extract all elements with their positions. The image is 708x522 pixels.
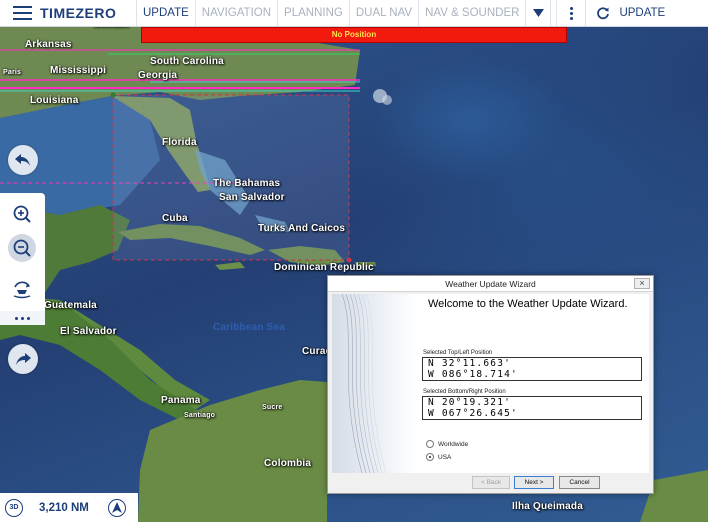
dialog-title: Weather Update Wizard <box>445 279 536 289</box>
tab-navigation[interactable]: NAVIGATION <box>196 0 279 26</box>
brand-name: TIMEZERO <box>40 5 117 21</box>
bottom-right-label: Selected Bottom/Right Position <box>423 389 506 395</box>
map-label-panama: Panama <box>161 395 201 406</box>
map-label-santiago: Santiago <box>184 412 216 419</box>
undo-button[interactable] <box>8 145 38 175</box>
map-label-paris: Paris <box>3 69 22 76</box>
no-position-alarm[interactable]: No Position <box>141 27 567 43</box>
boat-rotate-icon <box>13 281 31 299</box>
zoom-in-button[interactable] <box>8 200 36 228</box>
top-toolbar: TIMEZERO UPDATE NAVIGATION PLANNING DUAL… <box>0 0 708 27</box>
map-label-louisiana: Louisiana <box>30 95 79 106</box>
map-label-georgia: Georgia <box>138 70 178 81</box>
tab-update[interactable]: UPDATE <box>137 0 196 26</box>
wizard-side-graphic <box>332 294 416 473</box>
worldwide-radio[interactable] <box>426 440 434 448</box>
map-label-guatemala: Guatemala <box>44 300 97 311</box>
forward-arrow-icon <box>16 353 31 365</box>
map-label-arkansas: Arkansas <box>25 39 72 50</box>
map-label-cuba: Cuba <box>162 213 188 224</box>
orientation-button[interactable] <box>8 275 36 303</box>
more-tools-icon[interactable] <box>0 311 45 325</box>
top-left-label: Selected Top/Left Position <box>423 350 493 356</box>
brand: TIMEZERO <box>0 0 137 26</box>
bottom-right-latitude: N 20°19.321' <box>428 397 512 408</box>
bottom-right-position-field[interactable]: N 20°19.321' W 067°26.645' <box>422 396 642 420</box>
weather-update-wizard: Weather Update Wizard × Welcome to the W… <box>327 275 654 494</box>
triangle-down-icon <box>532 9 544 17</box>
3d-toggle-button[interactable]: 3D <box>5 498 23 517</box>
map-label-san-salvador: San Salvador <box>219 192 285 203</box>
bottom-status-bar: 3D 3,210 NM <box>0 493 138 522</box>
map-label-ilha-queimada: Ilha Queimada <box>512 501 583 512</box>
wave-graphic <box>341 294 387 473</box>
map-label-mississippi: Mississippi <box>50 65 107 76</box>
zoom-out-icon <box>13 239 31 257</box>
cancel-button[interactable]: Cancel <box>559 476 600 489</box>
tabs-dropdown-button[interactable] <box>526 0 552 26</box>
worldwide-label: Worldwide <box>438 440 469 448</box>
zoom-in-icon <box>13 205 31 223</box>
back-button[interactable]: < Back <box>472 476 510 489</box>
map-label-florida: Florida <box>162 137 197 148</box>
wizard-heading: Welcome to the Weather Update Wizard. <box>428 298 628 310</box>
map-label-south-carolina: South Carolina <box>150 56 224 67</box>
usa-label: USA <box>438 453 452 461</box>
refresh-icon <box>597 7 610 20</box>
back-arrow-icon <box>15 154 30 166</box>
map-label-bahamas: The Bahamas <box>213 178 281 189</box>
redo-button[interactable] <box>8 344 38 374</box>
map-label-sucre: Sucre <box>262 404 283 411</box>
tab-nav-sounder[interactable]: NAV & SOUNDER <box>419 0 527 26</box>
zoom-out-button[interactable] <box>8 234 36 262</box>
usa-option[interactable]: USA <box>426 453 451 461</box>
north-arrow-icon <box>111 502 122 513</box>
close-icon[interactable]: × <box>634 278 650 289</box>
dialog-title-bar: Weather Update Wizard × <box>328 276 653 292</box>
map-label-turks-caicos: Turks And Caicos <box>258 223 346 234</box>
next-button[interactable]: Next > <box>514 476 554 489</box>
tab-planning[interactable]: PLANNING <box>278 0 350 26</box>
dialog-body: Welcome to the Weather Update Wizard. Se… <box>332 294 649 473</box>
north-up-button[interactable] <box>107 498 126 517</box>
worldwide-option[interactable]: Worldwide <box>426 440 468 448</box>
menu-icon[interactable] <box>13 6 32 20</box>
top-left-latitude: N 32°11.663' <box>428 358 512 369</box>
map-label-colombia: Colombia <box>264 458 312 469</box>
more-options-icon[interactable] <box>556 0 587 26</box>
zoom-panel <box>0 193 45 325</box>
map-label-dominican: Dominican Republic <box>274 262 374 273</box>
tab-dual-nav[interactable]: DUAL NAV <box>350 0 420 26</box>
map-label-caribbean-sea: Caribbean Sea <box>213 322 286 333</box>
top-left-longitude: W 086°18.714' <box>428 369 518 380</box>
update-button[interactable]: UPDATE <box>586 0 708 26</box>
update-button-label: UPDATE <box>619 7 666 19</box>
map-label-el-salvador: El Salvador <box>60 326 117 337</box>
top-left-position-field[interactable]: N 32°11.663' W 086°18.714' <box>422 357 642 381</box>
scale-readout: 3,210 NM <box>39 501 89 514</box>
usa-radio[interactable] <box>426 453 434 461</box>
bottom-right-longitude: W 067°26.645' <box>428 408 518 419</box>
